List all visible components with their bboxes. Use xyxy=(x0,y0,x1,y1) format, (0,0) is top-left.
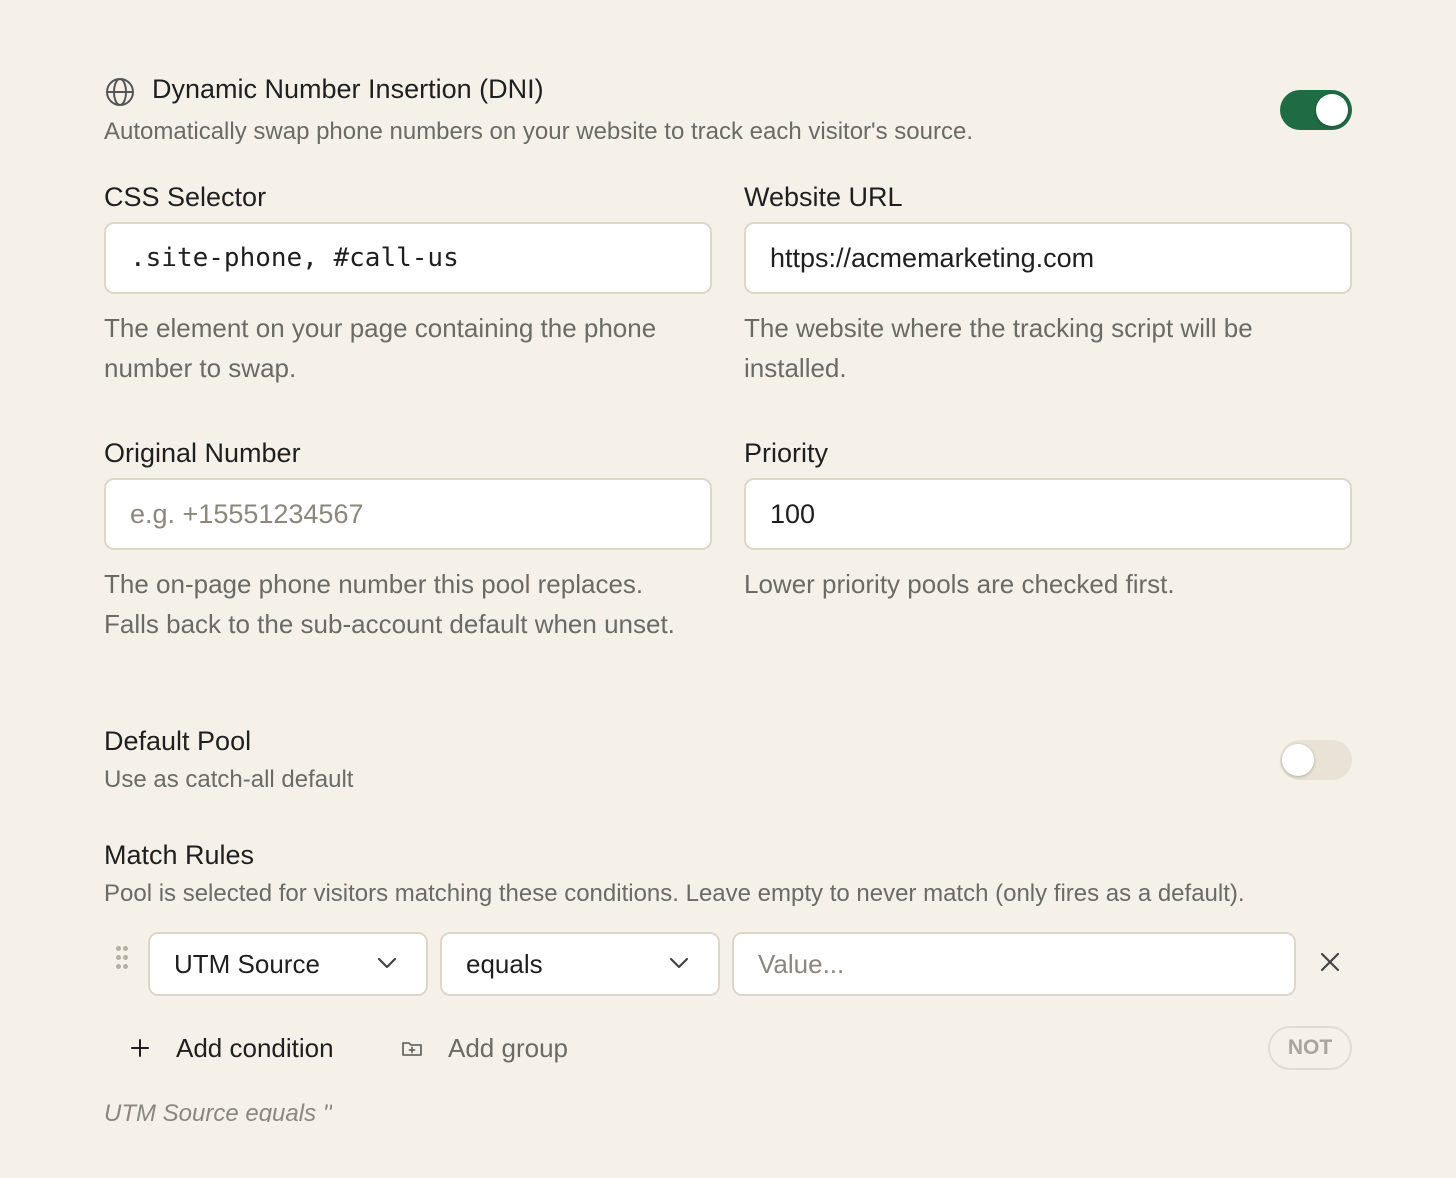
rule-summary: UTM Source equals '' xyxy=(104,1100,332,1122)
rule-field-select[interactable]: UTM Source xyxy=(148,932,428,996)
rule-operator-value: equals xyxy=(466,949,543,979)
original-number-label: Original Number xyxy=(104,438,301,468)
match-rules-description: Pool is selected for visitors matching t… xyxy=(104,880,1245,907)
default-pool-description: Use as catch-all default xyxy=(104,766,354,793)
dni-title: Dynamic Number Insertion (DNI) xyxy=(152,74,544,104)
dni-toggle[interactable] xyxy=(1280,90,1352,130)
close-icon[interactable] xyxy=(1316,948,1344,976)
dni-description: Automatically swap phone numbers on your… xyxy=(104,118,973,145)
add-group-label: Add group xyxy=(448,1033,568,1063)
plus-icon xyxy=(131,1039,149,1057)
website-url-input[interactable] xyxy=(744,222,1352,294)
toggle-knob xyxy=(1316,94,1348,126)
original-number-hint: The on-page phone number this pool repla… xyxy=(104,569,675,639)
globe-icon xyxy=(106,78,134,106)
add-group-button[interactable]: Add group xyxy=(400,1028,590,1068)
rule-operator-select[interactable]: equals xyxy=(440,932,720,996)
css-selector-input[interactable] xyxy=(104,222,712,294)
folder-plus-icon xyxy=(402,1042,422,1056)
website-url-label: Website URL xyxy=(744,182,903,212)
css-selector-label: CSS Selector xyxy=(104,182,267,212)
css-selector-hint: The element on your page containing the … xyxy=(104,313,657,383)
rule-field-value: UTM Source xyxy=(174,949,320,979)
website-url-hint: The website where the tracking script wi… xyxy=(744,313,1253,383)
match-rules-title: Match Rules xyxy=(104,840,255,870)
chevron-down-icon xyxy=(669,957,689,969)
default-pool-title: Default Pool xyxy=(104,726,252,756)
rule-value-input[interactable] xyxy=(732,932,1296,996)
not-toggle-button[interactable]: NOT xyxy=(1268,1026,1352,1070)
add-condition-label: Add condition xyxy=(176,1033,334,1063)
default-pool-toggle[interactable] xyxy=(1280,740,1352,780)
priority-input[interactable] xyxy=(744,478,1352,550)
priority-label: Priority xyxy=(744,438,829,468)
priority-hint: Lower priority pools are checked first. xyxy=(744,569,1175,599)
dni-header: Dynamic Number Insertion (DNI) Automatic… xyxy=(104,72,1352,152)
chevron-down-icon xyxy=(377,957,397,969)
dni-settings-panel: Dynamic Number Insertion (DNI) Automatic… xyxy=(104,0,1352,1178)
add-condition-button[interactable]: Add condition xyxy=(128,1028,358,1068)
toggle-knob xyxy=(1282,744,1314,776)
drag-handle-icon[interactable] xyxy=(116,946,128,970)
original-number-input[interactable] xyxy=(104,478,712,550)
